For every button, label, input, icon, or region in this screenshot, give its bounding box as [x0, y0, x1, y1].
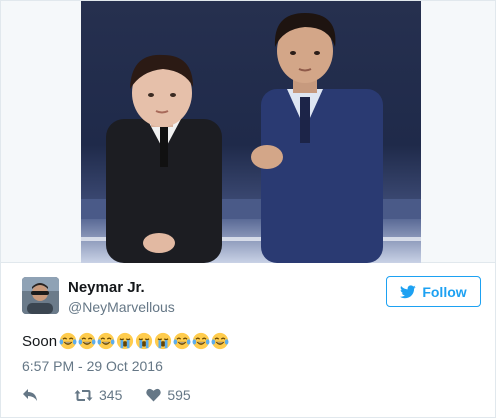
tears-of-joy-emoji: [173, 332, 191, 350]
tears-of-joy-emoji: [59, 332, 77, 350]
author-handle[interactable]: @NeyMarvellous: [68, 299, 175, 315]
retweet-icon: [74, 389, 93, 401]
tweet-text-content: Soon: [22, 332, 58, 350]
loudly-crying-emoji: [154, 332, 172, 350]
reply-icon: [23, 389, 37, 401]
loudly-crying-emoji: [116, 332, 134, 350]
avatar[interactable]: [22, 277, 59, 314]
heart-icon: [146, 388, 162, 402]
media-container: [1, 1, 495, 263]
reply-button[interactable]: [22, 388, 40, 402]
tears-of-joy-emoji: [211, 332, 229, 350]
retweet-count: 345: [99, 387, 123, 403]
tweet-actions: 345 595: [22, 385, 191, 405]
tweet-text: Soon: [22, 330, 229, 352]
tweet-photo[interactable]: [81, 1, 421, 263]
tweet-timestamp[interactable]: 6:57 PM - 29 Oct 2016: [22, 358, 163, 374]
tweet-header: Neymar Jr. @NeyMarvellous Follow: [22, 276, 482, 319]
retweet-button[interactable]: 345: [74, 387, 122, 403]
tweet-card: Neymar Jr. @NeyMarvellous Follow Soon 6:…: [0, 0, 496, 418]
emoji-row: [59, 332, 229, 350]
bird-icon: [400, 284, 417, 298]
like-count: 595: [167, 387, 191, 403]
tears-of-joy-emoji: [97, 332, 115, 350]
author-name[interactable]: Neymar Jr.: [68, 279, 145, 296]
follow-label: Follow: [422, 283, 467, 300]
like-button[interactable]: 595: [146, 387, 191, 403]
loudly-crying-emoji: [135, 332, 153, 350]
follow-button[interactable]: Follow: [386, 276, 481, 307]
tears-of-joy-emoji: [192, 332, 210, 350]
tears-of-joy-emoji: [78, 332, 96, 350]
